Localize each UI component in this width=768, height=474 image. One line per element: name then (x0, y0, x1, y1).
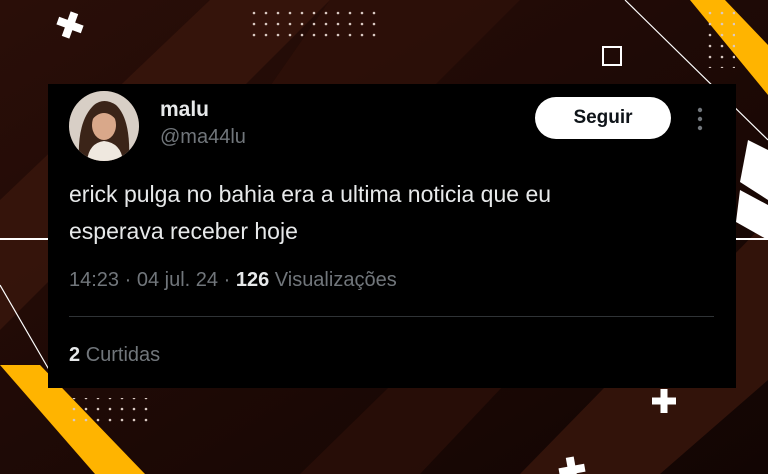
views-count: 126 (235, 269, 270, 291)
horizontal-line-right (736, 238, 768, 240)
divider (69, 316, 714, 317)
meta-separator: · (223, 269, 231, 291)
author-handle[interactable]: @ma44lu (160, 126, 246, 149)
tweet-card: malu @ma44lu Seguir erick pulga no bahia… (48, 84, 736, 388)
likes-label: Curtidas (85, 344, 161, 366)
likes-count: 2 (69, 344, 81, 366)
tweet-text-line: esperava receber hoje (69, 218, 298, 244)
avatar[interactable] (69, 91, 139, 161)
views-label: Visualizações (274, 269, 397, 291)
dot-grid-icon (252, 10, 377, 40)
more-options-icon[interactable] (692, 106, 708, 132)
horizontal-line-left (0, 238, 48, 240)
tweet-date[interactable]: 04 jul. 24 (137, 269, 218, 291)
likes-stat[interactable]: 2 Curtidas (69, 344, 160, 367)
tweet-time[interactable]: 14:23 (69, 269, 119, 291)
meta-separator: · (124, 269, 132, 291)
follow-button[interactable]: Seguir (535, 97, 671, 139)
tweet-text-line: erick pulga no bahia era a ultima notici… (69, 181, 552, 207)
tweet-meta: 14:23 · 04 jul. 24 · 126 Visualizações (69, 269, 397, 292)
author-name[interactable]: malu (160, 98, 209, 122)
tweet-text: erick pulga no bahia era a ultima notici… (69, 176, 689, 250)
